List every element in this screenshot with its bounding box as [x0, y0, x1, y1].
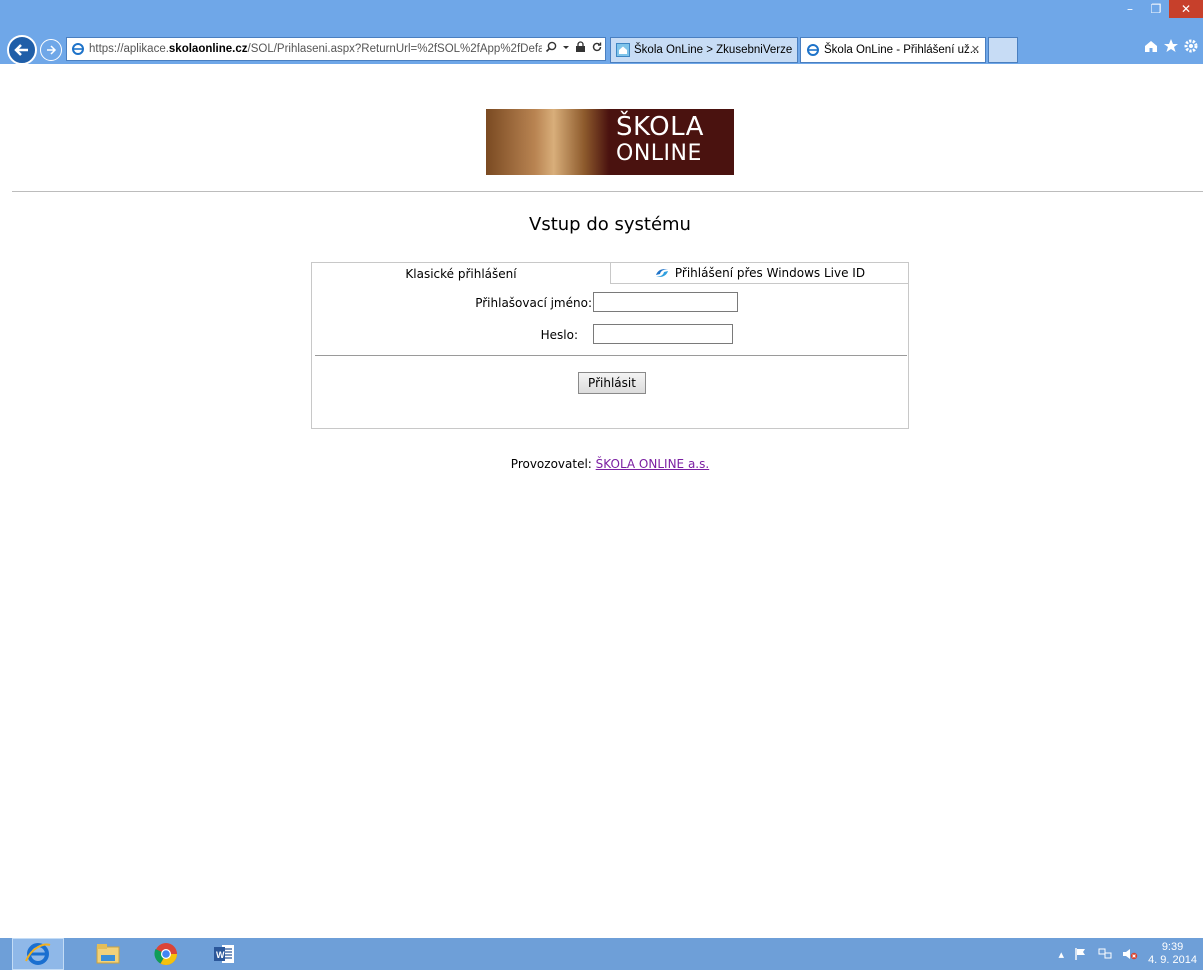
close-button[interactable]: ✕	[1169, 0, 1203, 18]
window-controls: – ❐ ✕	[1117, 0, 1203, 18]
home-page-icon	[616, 43, 630, 57]
password-label: Heslo:	[540, 328, 578, 342]
word-icon: W	[214, 945, 234, 963]
ie-icon	[807, 44, 819, 56]
logo-line1: ŠKOLA	[616, 112, 704, 142]
tab-classic-login[interactable]: Klasické přihlášení	[312, 263, 610, 284]
home-icon[interactable]	[1143, 38, 1159, 54]
taskbar-word[interactable]: W	[198, 938, 250, 970]
username-input[interactable]	[593, 292, 738, 312]
logo-line2: ONLINE	[616, 141, 702, 166]
tab-label: Škola OnLine > ZkusebniVerze	[634, 44, 793, 56]
arrow-right-icon	[47, 45, 57, 55]
gear-icon[interactable]	[1183, 38, 1199, 54]
logo-text: ŠKOLA ONLINE	[616, 113, 704, 167]
page-title: Vstup do systému	[529, 214, 691, 235]
taskbar-ie[interactable]	[12, 938, 64, 970]
address-bar[interactable]: https://aplikace. skolaonline.cz/SOL/Prih…	[66, 37, 606, 61]
operator-link[interactable]: ŠKOLA ONLINE a.s.	[596, 457, 710, 471]
forward-button[interactable]	[40, 39, 62, 61]
form-divider	[315, 355, 907, 356]
star-icon[interactable]	[1163, 38, 1179, 54]
refresh-icon[interactable]	[591, 41, 603, 53]
taskbar-explorer[interactable]	[82, 938, 134, 970]
network-icon[interactable]	[1098, 947, 1112, 961]
browser-tab-active[interactable]: Škola OnLine - Přihlášení už... ✕	[800, 37, 986, 63]
tab-label: Škola OnLine - Přihlášení už...	[824, 44, 980, 56]
ie-icon	[72, 43, 84, 55]
operator-note: Provozovatel: ŠKOLA ONLINE a.s.	[0, 457, 1203, 471]
arrow-left-icon	[14, 44, 28, 56]
taskbar: W ▴ 9:39 4. 9. 2014	[0, 938, 1203, 970]
close-tab-icon[interactable]: ✕	[971, 43, 980, 56]
clock-date: 4. 9. 2014	[1148, 954, 1197, 966]
address-prefix: https://aplikace.	[89, 43, 169, 55]
login-button[interactable]: Přihlásit	[578, 372, 646, 394]
flag-icon[interactable]	[1074, 947, 1088, 961]
restore-button[interactable]: ❐	[1143, 0, 1169, 18]
new-tab-button[interactable]	[988, 37, 1018, 63]
browser-toolbar-right	[1143, 38, 1199, 54]
windows-live-icon	[655, 269, 668, 277]
address-host: skolaonline.cz	[168, 43, 248, 55]
chrome-icon	[154, 943, 177, 965]
lock-icon[interactable]	[575, 41, 586, 53]
operator-label: Provozovatel:	[510, 457, 592, 471]
clock-time: 9:39	[1161, 941, 1184, 953]
username-label: Přihlašovací jméno:	[475, 296, 592, 310]
taskbar-chrome[interactable]	[140, 938, 192, 970]
minimize-button[interactable]: –	[1117, 0, 1143, 18]
address-path: /SOL/Prihlaseni.aspx?ReturnUrl=%2fSOL%2f…	[247, 43, 554, 55]
back-button[interactable]	[7, 35, 37, 65]
folder-icon	[96, 944, 120, 964]
browser-chrome: – ❐ ✕ https://aplikace. skolaonline.cz/SO…	[0, 0, 1203, 65]
skola-online-logo: ŠKOLA ONLINE	[486, 109, 734, 175]
clock[interactable]: 9:39 4. 9. 2014	[1148, 941, 1197, 967]
volume-muted-icon[interactable]	[1122, 947, 1138, 961]
login-panel: Klasické přihlášení Přihlášení přes Wind…	[311, 262, 909, 429]
portrait-image	[486, 109, 609, 175]
system-tray: ▴ 9:39 4. 9. 2014	[1059, 938, 1197, 970]
search-icon[interactable]	[545, 41, 557, 53]
tab-classic-label: Klasické přihlášení	[405, 266, 517, 281]
header-divider	[12, 191, 1203, 192]
password-input[interactable]	[593, 324, 733, 344]
dropdown-arrow-icon[interactable]	[562, 41, 570, 53]
tab-live-label: Přihlášení přes Windows Live ID	[674, 266, 866, 280]
svg-text:W: W	[216, 950, 225, 960]
ie-icon	[25, 943, 51, 965]
show-hidden-icons-icon[interactable]: ▴	[1059, 948, 1065, 961]
tab-windows-live-login[interactable]: Přihlášení přes Windows Live ID	[610, 263, 908, 284]
browser-tab[interactable]: Škola OnLine > ZkusebniVerze	[610, 37, 798, 63]
